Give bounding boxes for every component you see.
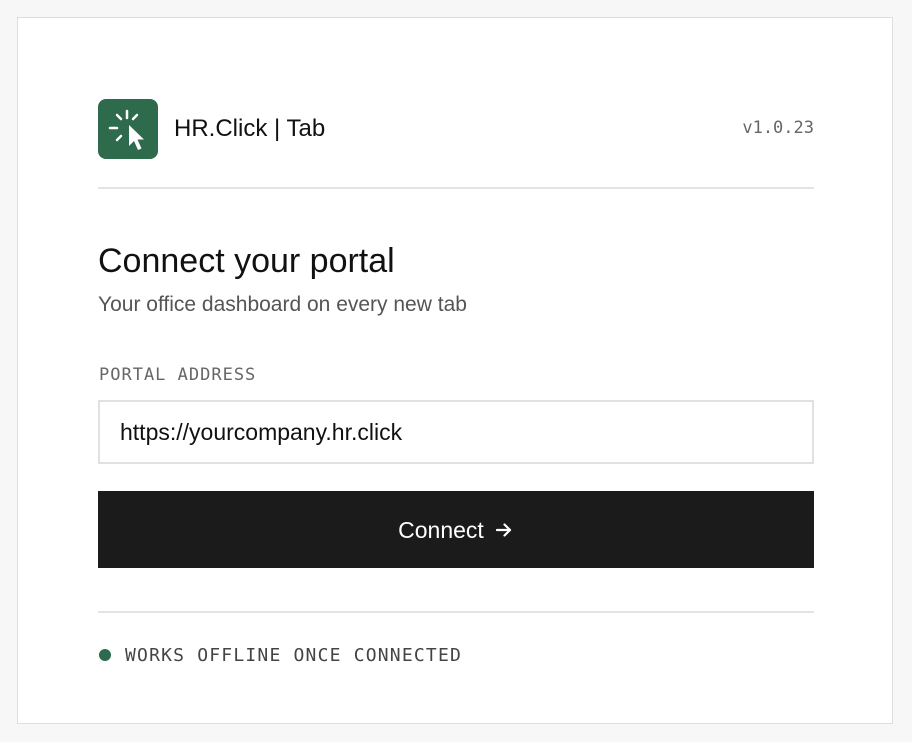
app-logo bbox=[98, 99, 158, 159]
portal-address-label: PORTAL ADDRESS bbox=[99, 365, 257, 385]
portal-address-input[interactable] bbox=[98, 400, 814, 464]
arrow-right-icon bbox=[494, 520, 514, 540]
connect-button-label: Connect bbox=[398, 516, 484, 543]
status-text: WORKS OFFLINE ONCE CONNECTED bbox=[125, 645, 463, 666]
app-title: HR.Click | Tab bbox=[174, 115, 326, 142]
header-divider bbox=[98, 187, 814, 189]
connect-button[interactable]: Connect bbox=[98, 491, 814, 568]
app-header: HR.Click | Tab v1.0.23 bbox=[98, 99, 814, 159]
status-dot-icon bbox=[99, 649, 111, 661]
click-cursor-icon bbox=[108, 109, 144, 150]
page-title: Connect your portal bbox=[98, 242, 395, 280]
footer-divider bbox=[98, 611, 814, 613]
connect-card: HR.Click | Tab v1.0.23 Connect your port… bbox=[17, 17, 893, 724]
version-label: v1.0.23 bbox=[742, 118, 814, 138]
page-subtitle: Your office dashboard on every new tab bbox=[98, 293, 467, 316]
